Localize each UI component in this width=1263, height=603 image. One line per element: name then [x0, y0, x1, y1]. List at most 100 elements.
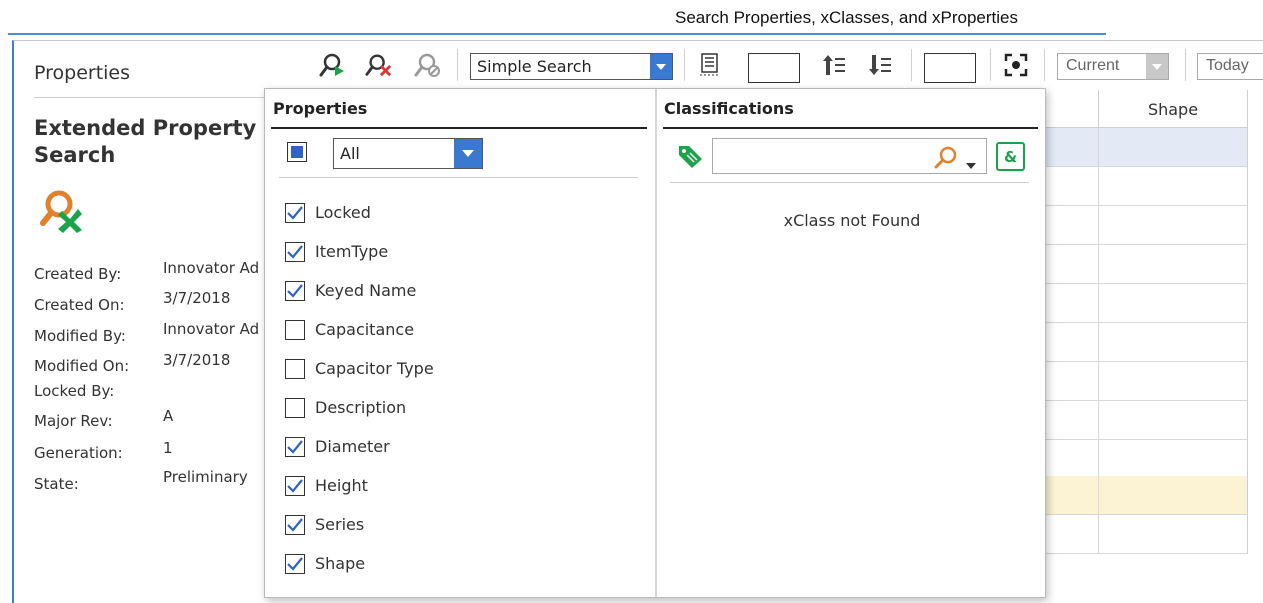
series-label: Series — [315, 515, 365, 534]
check-icon — [287, 206, 303, 220]
modified-by-value: Innovator Ad — [163, 320, 259, 338]
search-mode-value: Simple Search — [477, 57, 592, 76]
check-icon — [287, 518, 303, 532]
shape-label: Shape — [315, 554, 366, 573]
revision-value: Current — [1066, 57, 1120, 74]
capacitance-label: Capacitance — [315, 320, 415, 339]
locked-label: Locked — [315, 203, 371, 222]
sort-descending-button[interactable] — [866, 51, 894, 79]
created-by-value: Innovator Ad — [163, 259, 259, 277]
table-row[interactable] — [1044, 362, 1248, 401]
screenshot-button[interactable] — [1002, 51, 1030, 79]
sort-ascending-button[interactable] — [820, 51, 848, 79]
caption-title: Search Properties, xClasses, and xProper… — [675, 8, 1018, 27]
series-checkbox[interactable] — [285, 515, 305, 535]
check-icon — [287, 479, 303, 493]
ampersand-icon: & — [1003, 147, 1018, 166]
check-icon — [287, 557, 303, 571]
capacitance-checkbox[interactable] — [285, 320, 305, 340]
itemtype-checkbox[interactable] — [285, 242, 305, 262]
table-row[interactable] — [1044, 284, 1248, 323]
property-filter-value: All — [340, 144, 360, 163]
toolbar-divider — [990, 49, 991, 81]
height-checkbox[interactable] — [285, 476, 305, 496]
sort-down-icon — [869, 55, 891, 75]
description-checkbox[interactable] — [285, 398, 305, 418]
classifications-pane-title: Classifications — [664, 99, 794, 118]
check-icon — [287, 284, 303, 298]
properties-filter-rule — [279, 177, 638, 178]
capacitor-type-label: Capacitor Type — [315, 359, 434, 378]
toolbar-divider — [684, 49, 685, 81]
itemtype-label: ItemType — [315, 242, 389, 261]
generation-label: Generation: — [34, 444, 123, 462]
caption-underline — [8, 33, 1106, 35]
description-label: Description — [315, 398, 407, 417]
table-row[interactable] — [1044, 476, 1248, 515]
results-grid: Shape — [1044, 90, 1248, 554]
height-label: Height — [315, 476, 368, 495]
item-heading: Extended Property Search — [34, 116, 257, 167]
disable-search-button[interactable] — [414, 51, 442, 79]
classification-search-input[interactable] — [712, 138, 987, 174]
chevron-down-icon — [454, 139, 482, 168]
state-value: Preliminary — [163, 468, 248, 486]
table-row[interactable] — [1044, 167, 1248, 206]
tag-icon — [677, 143, 705, 169]
table-row[interactable] — [1044, 515, 1248, 554]
keyed-name-label: Keyed Name — [315, 281, 417, 300]
column-header-shape[interactable]: Shape — [1098, 90, 1248, 128]
run-search-button[interactable] — [318, 51, 346, 79]
table-row[interactable] — [1044, 206, 1248, 245]
and-search-button[interactable]: & — [996, 142, 1025, 171]
revision-select[interactable]: Current — [1057, 53, 1169, 80]
table-row[interactable] — [1044, 128, 1248, 167]
date-select[interactable]: Today — [1197, 53, 1263, 80]
diameter-checkbox[interactable] — [285, 437, 305, 457]
capacitor-type-checkbox[interactable] — [285, 359, 305, 379]
locked-checkbox[interactable] — [285, 203, 305, 223]
partial-check-icon — [291, 146, 303, 158]
search-mode-select[interactable]: Simple Search — [470, 53, 673, 80]
properties-pane-title: Properties — [273, 99, 368, 118]
major-rev-value: A — [163, 407, 174, 425]
toolbar-divider — [1044, 49, 1045, 81]
generation-value: 1 — [163, 439, 173, 457]
date-value: Today — [1206, 57, 1249, 74]
modified-by-label: Modified By: — [34, 327, 126, 345]
sort-up-icon — [823, 55, 845, 75]
clear-search-button[interactable] — [365, 51, 393, 79]
toolbar-divider — [911, 49, 912, 81]
modified-on-value: 3/7/2018 — [163, 351, 231, 369]
chevron-down-icon[interactable] — [966, 154, 976, 173]
modified-on-label: Modified On: — [34, 357, 130, 375]
grid-header: Shape — [1044, 90, 1248, 128]
table-row[interactable] — [1044, 440, 1248, 479]
check-icon — [287, 245, 303, 259]
classifications-title-rule — [663, 127, 1038, 129]
major-rev-label: Major Rev: — [34, 412, 113, 430]
table-row[interactable] — [1044, 323, 1248, 362]
shape-checkbox[interactable] — [285, 554, 305, 574]
table-row[interactable] — [1044, 245, 1248, 284]
toolbar: Simple Search Current Today — [310, 41, 1263, 91]
keyed-name-checkbox[interactable] — [285, 281, 305, 301]
state-label: State: — [34, 475, 79, 493]
page-size-button[interactable] — [696, 51, 724, 79]
extended-search-icon — [40, 187, 86, 233]
max-results-input[interactable] — [924, 53, 976, 83]
list-page-icon — [700, 53, 719, 76]
toolbar-divider — [1185, 49, 1186, 81]
search-disabled-icon — [414, 53, 440, 77]
created-on-label: Created On: — [34, 296, 125, 314]
empty-message: xClass not Found — [783, 211, 921, 230]
property-filter-select[interactable]: All — [333, 138, 483, 169]
chevron-down-icon — [650, 54, 672, 79]
extended-search-popup: Properties All Locked ItemType Keyed Nam… — [264, 88, 1046, 598]
toolbar-divider — [457, 49, 458, 81]
page-size-input[interactable] — [748, 53, 800, 83]
table-row[interactable] — [1044, 401, 1248, 440]
properties-title-rule — [271, 127, 647, 129]
search-icon[interactable] — [934, 145, 958, 173]
select-all-checkbox[interactable] — [287, 142, 307, 162]
